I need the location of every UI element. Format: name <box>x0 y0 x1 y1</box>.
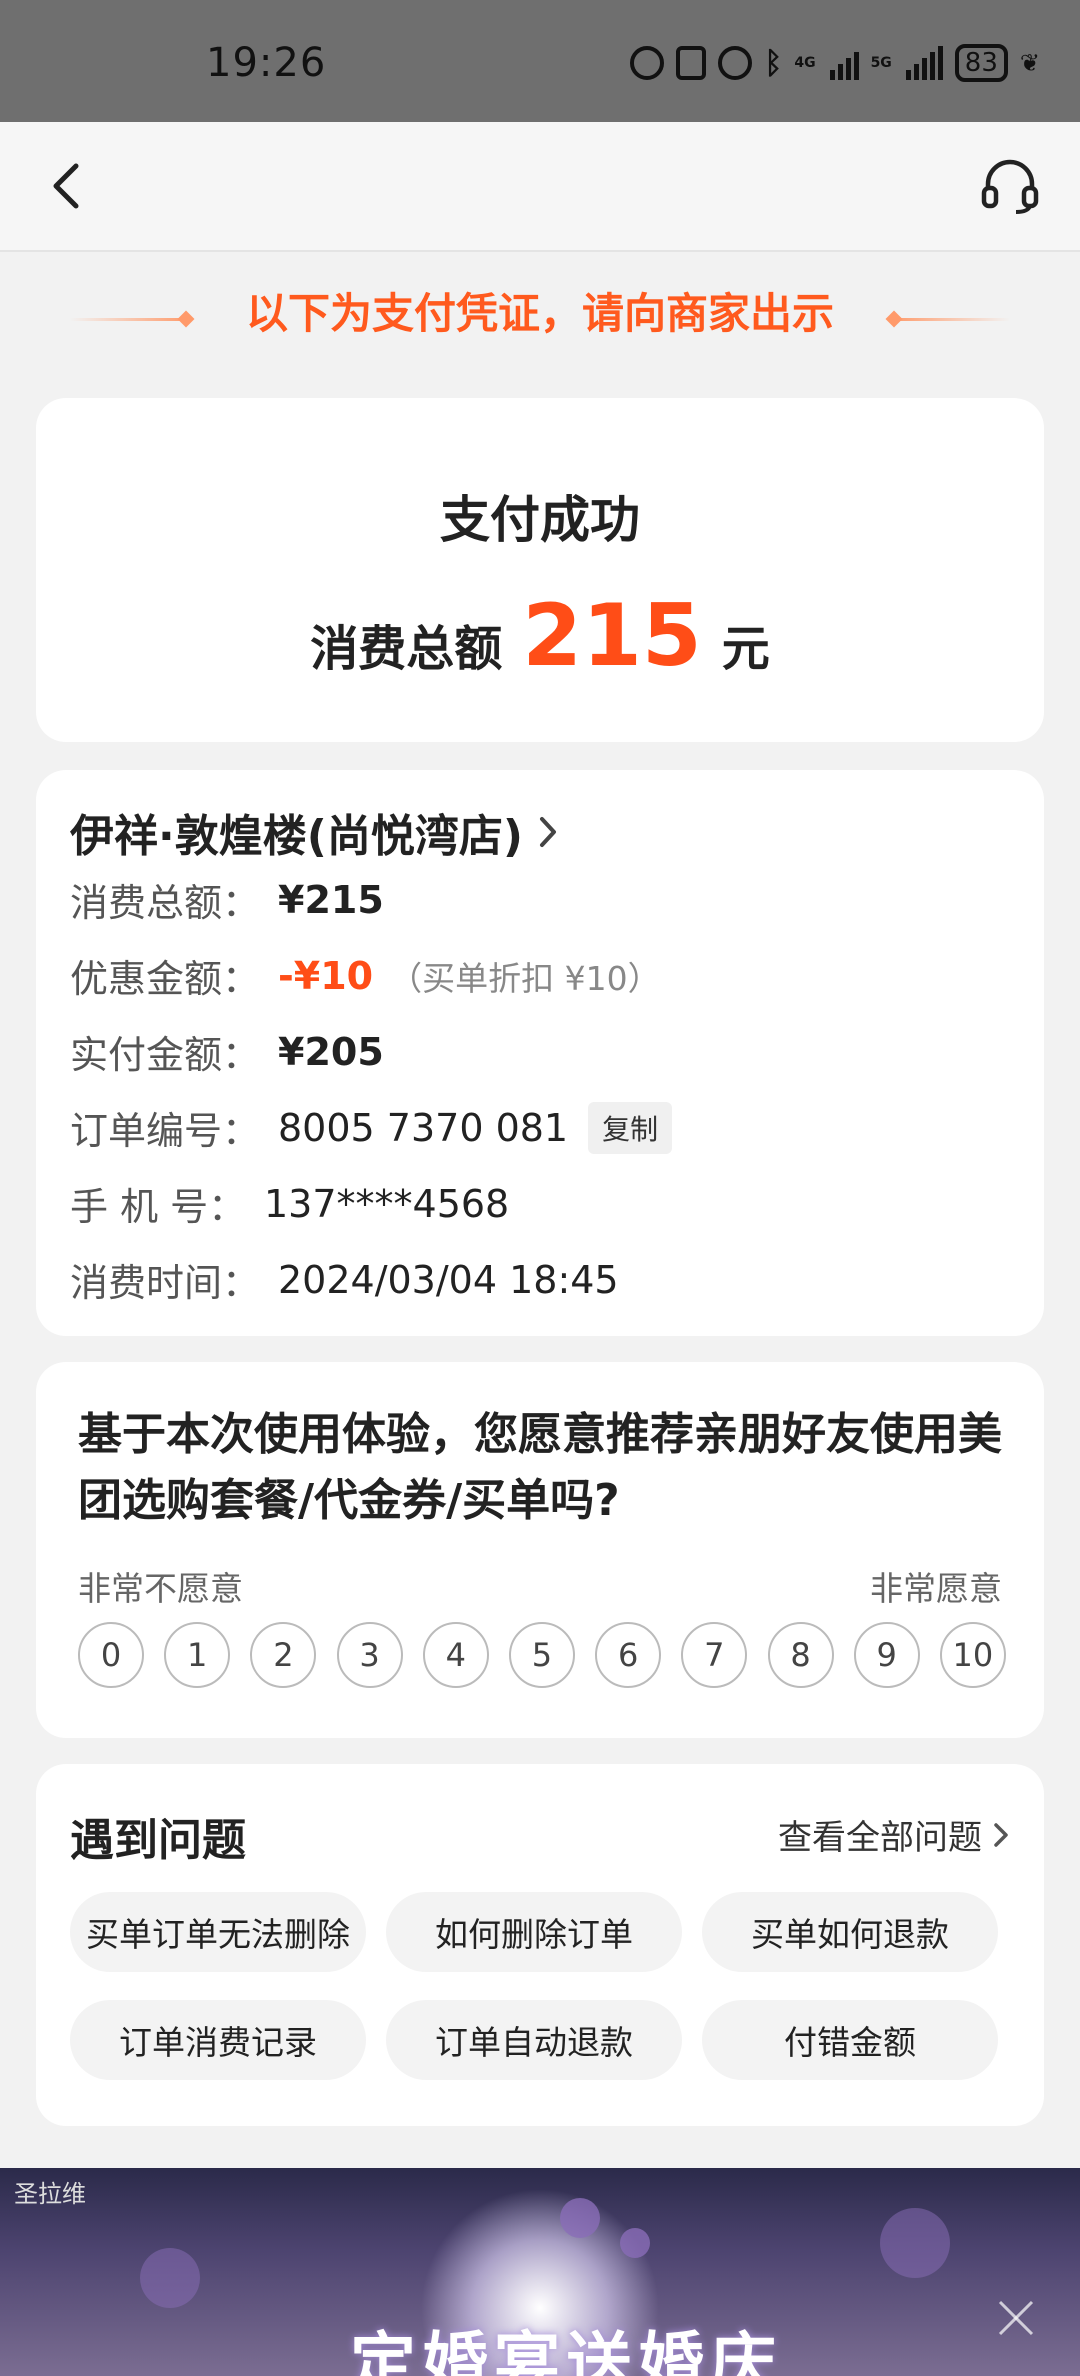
chevron-left-icon[interactable] <box>46 162 86 210</box>
total-unit: 元 <box>721 621 770 677</box>
ad-brand: 圣拉维 <box>14 2180 86 2208</box>
help-title: 遇到问题 <box>70 1815 246 1866</box>
detail-value: 8005 7370 081 <box>278 1105 569 1150</box>
ad-flower-decoration <box>560 2198 600 2238</box>
payment-success-card: 支付成功 消费总额 215 元 <box>36 398 1044 742</box>
chevron-right-icon <box>539 817 556 847</box>
banner-line-right <box>890 318 1010 321</box>
help-topic-chip[interactable]: 订单消费记录 <box>70 2000 366 2080</box>
banner-text: 以下为支付凭证，请向商家出示 <box>245 289 834 338</box>
bluetooth-icon: ᛒ <box>764 45 783 81</box>
ad-flower-decoration <box>880 2208 950 2278</box>
help-topic-chip[interactable]: 如何删除订单 <box>386 1892 682 1972</box>
status-bar: 19:26 ᛒ 4G 5G 83 ❦ <box>0 0 1080 122</box>
score-option[interactable]: 4 <box>422 1622 489 1688</box>
promo-ad-banner[interactable]: 圣拉维 定婚宴送婚庆 <box>0 2168 1080 2376</box>
score-option[interactable]: 10 <box>939 1622 1006 1688</box>
ad-flower-decoration <box>620 2228 650 2258</box>
nav-bar <box>0 122 1080 252</box>
survey-high-label: 非常愿意 <box>870 1569 1002 1608</box>
help-topic-chip[interactable]: 买单如何退款 <box>702 1892 998 1972</box>
store-link[interactable]: 伊祥·敦煌楼(尚悦湾店) <box>70 800 559 864</box>
status-icons: ᛒ 4G 5G 83 ❦ <box>630 44 1040 82</box>
detail-key: 消费总额： <box>70 881 261 925</box>
detail-key: 实付金额： <box>70 1033 261 1077</box>
headset-icon[interactable] <box>980 158 1040 214</box>
detail-value: -¥10 <box>278 953 374 998</box>
help-topic-chip[interactable]: 付错金额 <box>702 2000 998 2080</box>
alarm-icon <box>718 46 753 80</box>
payment-status: 支付成功 <box>440 491 640 549</box>
copy-button[interactable]: 复制 <box>588 1101 673 1154</box>
detail-row-time: 消费时间： 2024/03/04 18:45 <box>70 1252 619 1307</box>
view-all-label: 查看全部问题 <box>778 1818 982 1858</box>
score-option[interactable]: 5 <box>508 1622 575 1688</box>
close-icon[interactable] <box>986 2288 1046 2348</box>
banner-line-left <box>70 318 190 321</box>
total-amount: 215 <box>522 586 702 686</box>
help-topics: 买单订单无法删除 如何删除订单 买单如何退款 订单消费记录 订单自动退款 付错金… <box>70 1892 1020 2080</box>
score-option[interactable]: 7 <box>681 1622 748 1688</box>
total-amount-row: 消费总额 215 元 <box>36 586 1044 686</box>
detail-value: ¥205 <box>278 1029 384 1074</box>
nps-survey-card: 基于本次使用体验，您愿意推荐亲朋好友使用美团选购套餐/代金券/买单吗? 非常不愿… <box>36 1362 1044 1738</box>
survey-scale: 0 1 2 3 4 5 6 7 8 9 10 <box>78 1622 1006 1688</box>
status-time: 19:26 <box>206 40 327 86</box>
network-label-5g: 5G <box>870 55 892 71</box>
detail-key: 优惠金额： <box>70 957 261 1001</box>
banner-diamond-left <box>177 310 195 328</box>
leaf-icon: ❦ <box>1019 49 1040 77</box>
ad-headline: 定婚宴送婚庆 <box>350 2325 782 2376</box>
score-option[interactable]: 9 <box>853 1622 920 1688</box>
score-option[interactable]: 2 <box>250 1622 317 1688</box>
detail-row-discount: 优惠金额： -¥10 （买单折扣 ¥10） <box>70 948 661 1003</box>
detail-row-total: 消费总额： ¥215 <box>70 872 384 927</box>
total-label: 消费总额 <box>310 621 503 677</box>
battery-icon: 83 <box>954 44 1008 82</box>
chevron-right-icon <box>994 1822 1008 1847</box>
detail-value: ¥215 <box>278 877 384 922</box>
score-option[interactable]: 3 <box>336 1622 403 1688</box>
discount-note: （买单折扣 ¥10） <box>389 958 661 998</box>
score-option[interactable]: 0 <box>78 1622 144 1688</box>
score-option[interactable]: 6 <box>595 1622 662 1688</box>
store-name: 伊祥·敦煌楼(尚悦湾店) <box>70 811 523 862</box>
score-option[interactable]: 1 <box>164 1622 231 1688</box>
ad-flower-decoration <box>140 2248 200 2308</box>
detail-value: 137****4568 <box>264 1181 510 1226</box>
detail-key: 消费时间： <box>70 1261 261 1305</box>
detail-row-order-no: 订单编号： 8005 7370 081 复制 <box>70 1100 673 1155</box>
network-label-4g: 4G <box>794 55 816 71</box>
score-option[interactable]: 8 <box>767 1622 834 1688</box>
view-all-questions-link[interactable]: 查看全部问题 <box>778 1810 1010 1859</box>
nfc-icon <box>676 46 707 80</box>
detail-row-paid: 实付金额： ¥205 <box>70 1024 384 1079</box>
detail-key: 手 机 号： <box>70 1185 247 1229</box>
survey-low-label: 非常不愿意 <box>78 1569 243 1608</box>
survey-question: 基于本次使用体验，您愿意推荐亲朋好友使用美团选购套餐/代金券/买单吗? <box>78 1409 1002 1526</box>
detail-row-phone: 手 机 号： 137****4568 <box>70 1176 509 1231</box>
signal-4g-icon <box>829 46 859 80</box>
help-topic-chip[interactable]: 买单订单无法删除 <box>70 1892 366 1972</box>
detail-value: 2024/03/04 18:45 <box>278 1257 619 1302</box>
detail-key: 订单编号： <box>70 1109 261 1153</box>
order-detail-card: 伊祥·敦煌楼(尚悦湾店) 消费总额： ¥215 优惠金额： -¥10 （买单折扣… <box>36 770 1044 1336</box>
voucher-banner: 以下为支付凭证，请向商家出示 <box>0 280 1080 341</box>
signal-5g-icon <box>905 46 943 80</box>
hd-call-icon <box>630 46 665 80</box>
help-topic-chip[interactable]: 订单自动退款 <box>386 2000 682 2080</box>
help-card: 遇到问题 查看全部问题 买单订单无法删除 如何删除订单 买单如何退款 订单消费记… <box>36 1764 1044 2126</box>
